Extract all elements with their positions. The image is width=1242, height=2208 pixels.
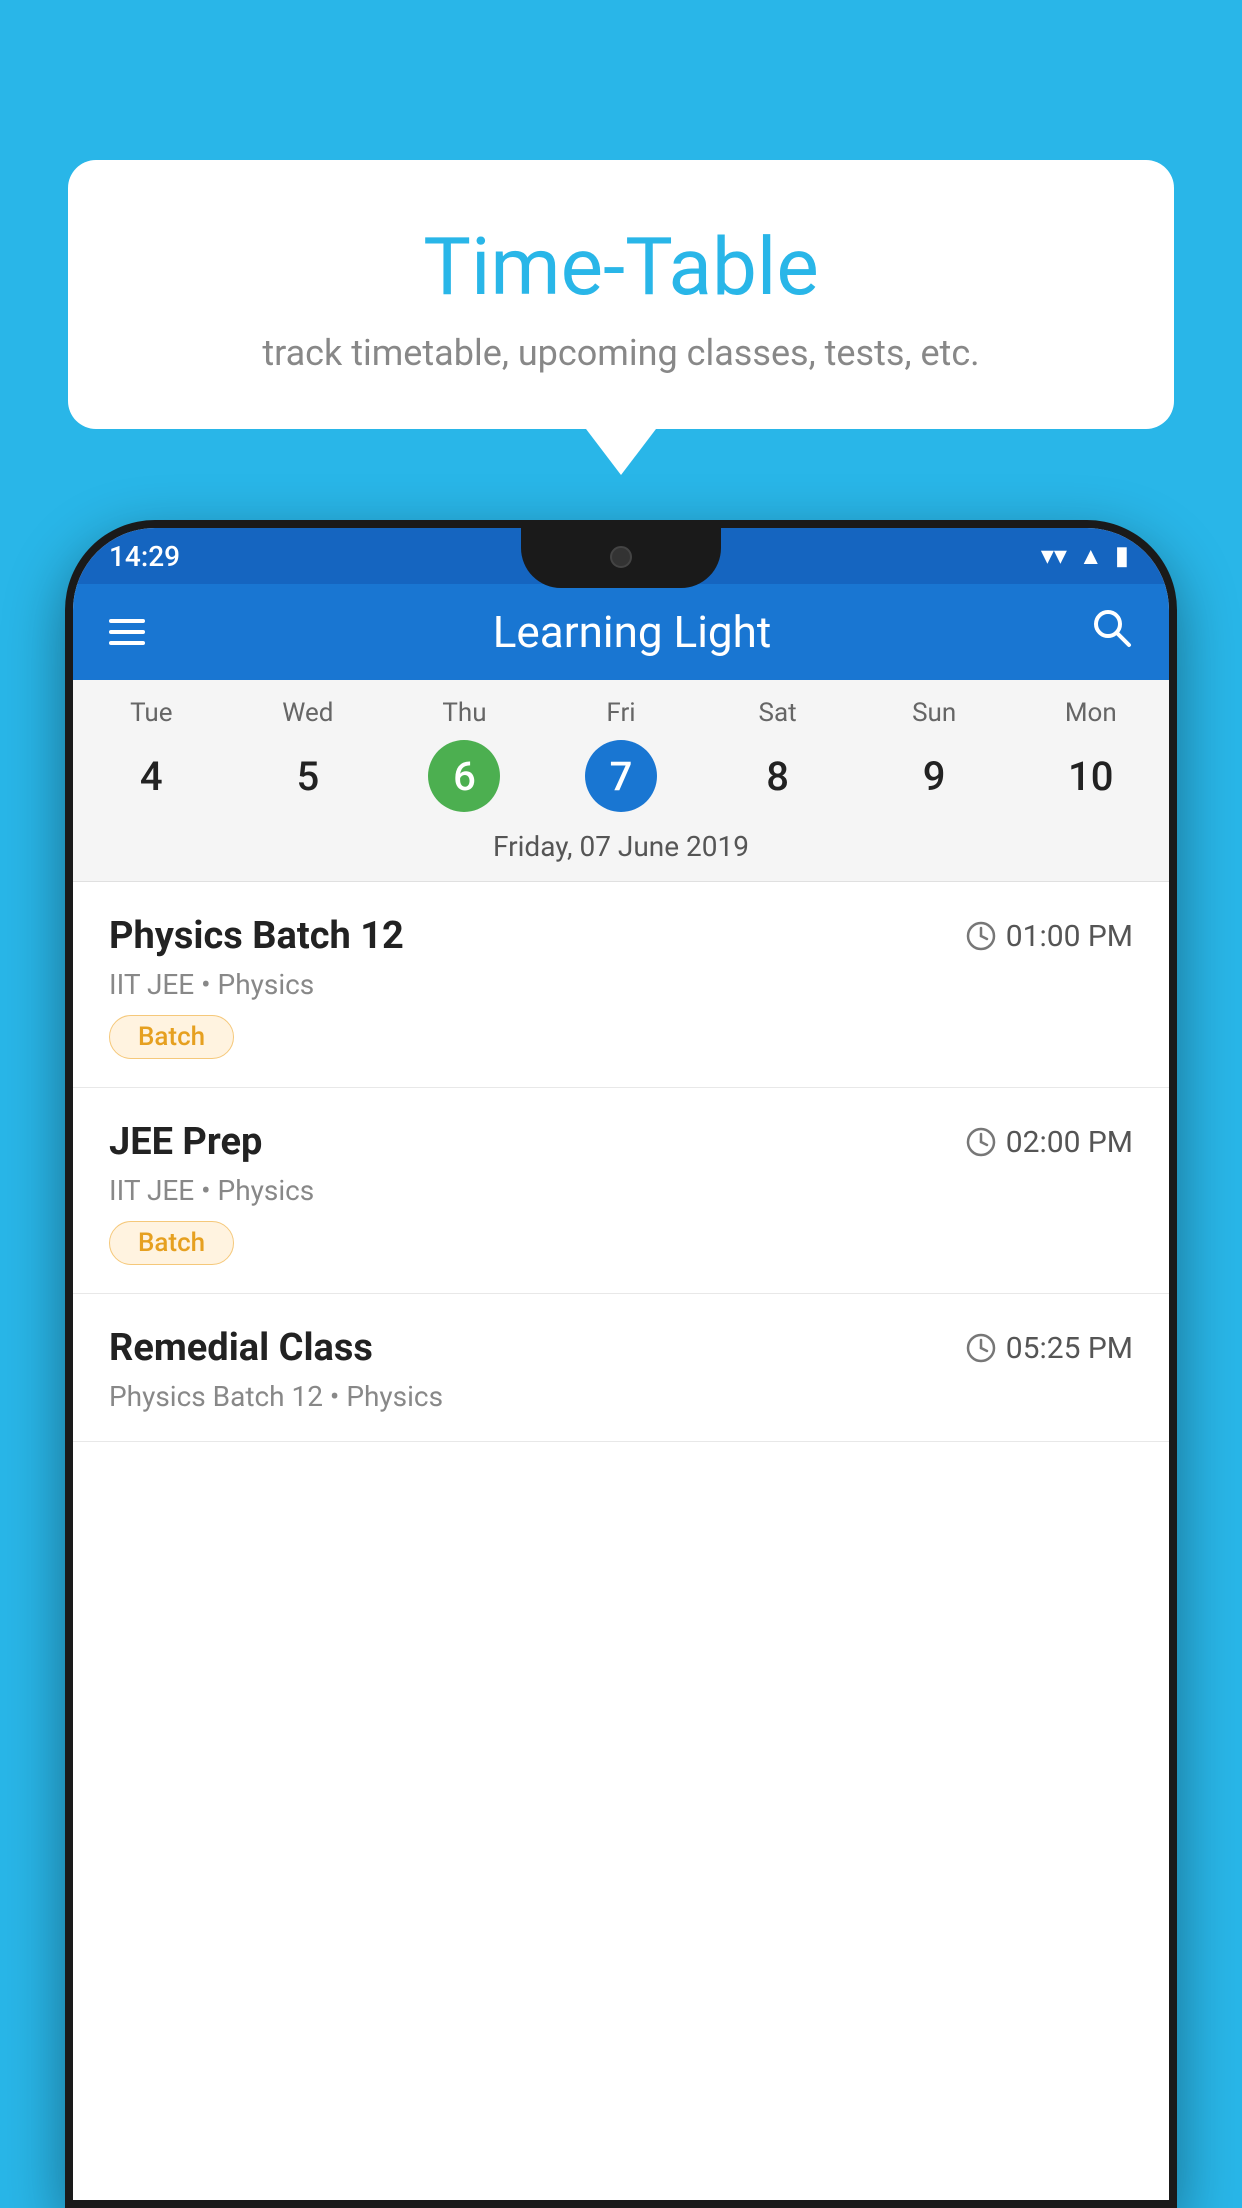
search-button[interactable]	[1089, 605, 1133, 659]
day-num-6[interactable]: 6	[428, 740, 500, 812]
day-num-4[interactable]: 4	[115, 740, 187, 812]
signal-icon: ▲	[1079, 542, 1103, 571]
badge-batch-1: Batch	[109, 1221, 234, 1265]
calendar-bar: Tue 4 Wed 5 Thu 6 Fri 7 Sat 8 Sun 9 Mon 10 Friday, 07…	[73, 680, 1169, 882]
clock-icon	[966, 1333, 996, 1363]
day-col-mon[interactable]: Mon 10	[1012, 698, 1169, 812]
clock-icon	[966, 1127, 996, 1157]
status-time: 14:29	[109, 540, 180, 573]
badge-batch-0: Batch	[109, 1015, 234, 1059]
schedule-item-time-0: 01:00 PM	[966, 919, 1133, 954]
day-name-thu: Thu	[442, 698, 486, 728]
schedule-item-2[interactable]: Remedial Class 05:25 PM Physics Batch 12 •…	[73, 1294, 1169, 1442]
schedule-item-header-0: Physics Batch 12 01:00 PM	[109, 914, 1133, 958]
day-num-10[interactable]: 10	[1055, 740, 1127, 812]
schedule-item-sub-1: IIT JEE • Physics	[109, 1174, 1133, 1207]
day-name-sun: Sun	[912, 698, 956, 728]
battery-icon: ▮	[1115, 541, 1129, 571]
schedule-item-time-2: 05:25 PM	[966, 1331, 1133, 1366]
day-name-tue: Tue	[130, 698, 172, 728]
day-name-sat: Sat	[759, 698, 797, 728]
phone-inner: 14:29 ▾▾ ▲ ▮ Learning Light	[73, 528, 1169, 2200]
wifi-icon: ▾▾	[1041, 541, 1067, 571]
schedule-item-1[interactable]: JEE Prep 02:00 PM IIT JEE • Physics Batch	[73, 1088, 1169, 1294]
day-col-fri[interactable]: Fri 7	[543, 698, 700, 812]
status-icons: ▾▾ ▲ ▮	[1041, 541, 1129, 571]
hamburger-menu-button[interactable]	[109, 619, 145, 645]
phone-notch	[521, 528, 721, 588]
phone-frame: 14:29 ▾▾ ▲ ▮ Learning Light	[65, 520, 1177, 2208]
day-num-5[interactable]: 5	[272, 740, 344, 812]
tooltip-title: Time-Table	[118, 220, 1124, 314]
day-col-thu[interactable]: Thu 6	[386, 698, 543, 812]
schedule-item-sub-0: IIT JEE • Physics	[109, 968, 1133, 1001]
day-num-9[interactable]: 9	[898, 740, 970, 812]
schedule-item-title-2: Remedial Class	[109, 1326, 373, 1370]
day-num-8[interactable]: 8	[742, 740, 814, 812]
day-name-fri: Fri	[606, 698, 635, 728]
day-col-tue[interactable]: Tue 4	[73, 698, 230, 812]
day-col-wed[interactable]: Wed 5	[230, 698, 387, 812]
schedule-item-sub-2: Physics Batch 12 • Physics	[109, 1380, 1133, 1413]
app-title: Learning Light	[175, 606, 1089, 658]
app-bar: Learning Light	[73, 584, 1169, 680]
day-col-sun[interactable]: Sun 9	[856, 698, 1013, 812]
schedule-item-time-1: 02:00 PM	[966, 1125, 1133, 1160]
tooltip-card: Time-Table track timetable, upcoming cla…	[68, 160, 1174, 429]
selected-date-label: Friday, 07 June 2019	[73, 820, 1169, 881]
tooltip-subtitle: track timetable, upcoming classes, tests…	[118, 332, 1124, 374]
day-col-sat[interactable]: Sat 8	[699, 698, 856, 812]
front-camera	[610, 546, 632, 568]
day-name-mon: Mon	[1065, 698, 1117, 728]
day-name-wed: Wed	[282, 698, 333, 728]
schedule-item-title-1: JEE Prep	[109, 1120, 262, 1164]
days-row: Tue 4 Wed 5 Thu 6 Fri 7 Sat 8 Sun 9 Mon 10	[73, 680, 1169, 820]
clock-icon	[966, 921, 996, 951]
schedule-item-header-1: JEE Prep 02:00 PM	[109, 1120, 1133, 1164]
schedule-item-header-2: Remedial Class 05:25 PM	[109, 1326, 1133, 1370]
schedule-item-0[interactable]: Physics Batch 12 01:00 PM IIT JEE • Physic…	[73, 882, 1169, 1088]
schedule-list: Physics Batch 12 01:00 PM IIT JEE • Physic…	[73, 882, 1169, 1442]
day-num-7[interactable]: 7	[585, 740, 657, 812]
schedule-item-title-0: Physics Batch 12	[109, 914, 404, 958]
